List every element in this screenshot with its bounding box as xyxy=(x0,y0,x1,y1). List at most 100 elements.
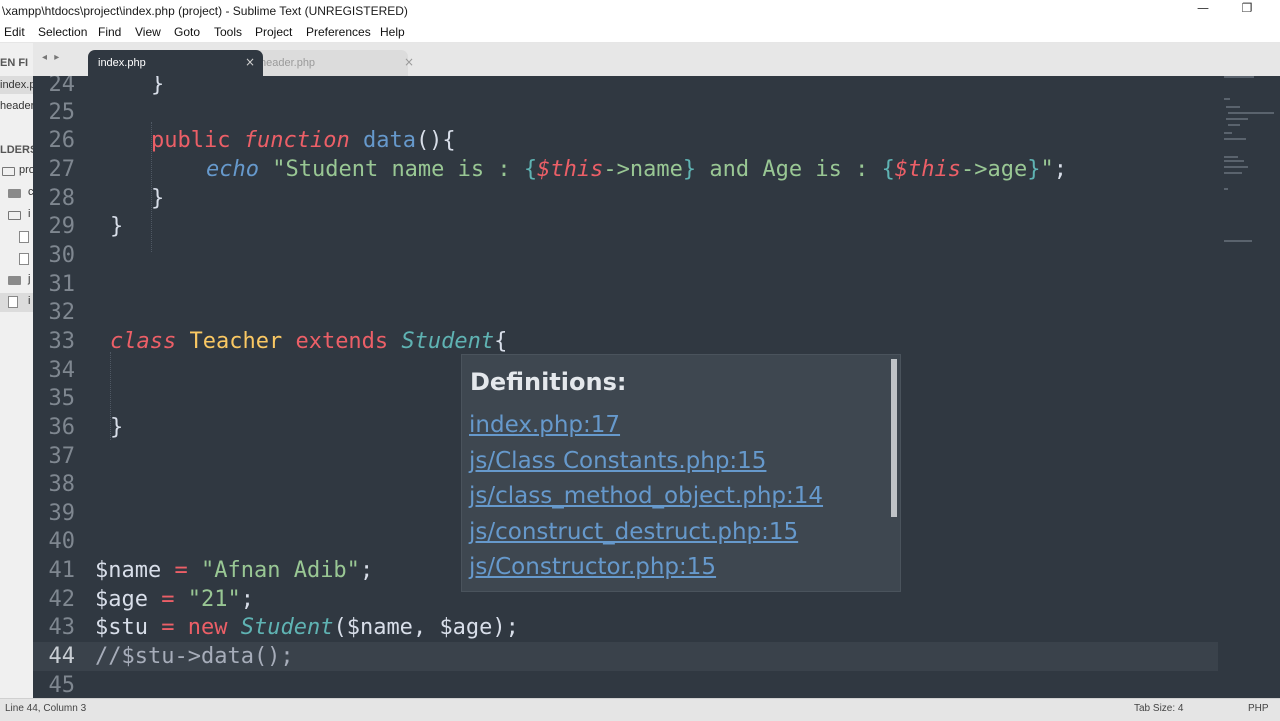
line-number: 38 xyxy=(48,472,76,497)
title-bar: \xampp\htdocs\project\index.php (project… xyxy=(0,0,1280,22)
minimap-line xyxy=(1224,138,1246,140)
code-line-42[interactable]: $age = "21"; xyxy=(95,585,254,614)
string: "Student name is : xyxy=(272,157,524,182)
maximize-button[interactable]: ❐ xyxy=(1224,1,1270,21)
syntax-mode[interactable]: PHP xyxy=(1248,703,1269,714)
code-line-29[interactable]: } xyxy=(110,212,123,241)
file-icon[interactable] xyxy=(19,253,29,265)
minimap-line xyxy=(1224,240,1252,242)
definition-link[interactable]: index.php:17 xyxy=(469,412,620,438)
variable: $age xyxy=(439,615,493,640)
popup-scrollbar[interactable] xyxy=(891,359,897,517)
paren: ( xyxy=(333,615,347,640)
keyword: public xyxy=(151,128,231,153)
menu-find[interactable]: Find xyxy=(98,25,121,39)
open-file-header[interactable]: header xyxy=(0,100,33,112)
code-line-28[interactable]: } xyxy=(151,184,164,213)
code-line-33[interactable]: class Teacher extends Student{ xyxy=(110,327,507,356)
folder-icon[interactable] xyxy=(8,189,21,198)
menu-selection[interactable]: Selection xyxy=(38,25,87,39)
popup-heading: Definitions: xyxy=(470,368,627,396)
menu-help[interactable]: Help xyxy=(380,25,405,39)
this-var: $this xyxy=(537,157,604,182)
code-line-24[interactable]: } xyxy=(151,76,164,99)
string: " xyxy=(1040,157,1054,182)
tab-label: header.php xyxy=(260,57,316,69)
menu-edit[interactable]: Edit xyxy=(4,25,25,39)
menu-tools[interactable]: Tools xyxy=(214,25,242,39)
open-file-index[interactable]: index.p xyxy=(0,79,33,91)
tree-item-project[interactable]: pro xyxy=(19,164,33,176)
minimap-line xyxy=(1224,188,1228,190)
variable: $name xyxy=(95,558,162,583)
code-line-36[interactable]: } xyxy=(110,413,123,442)
tab-label: index.php xyxy=(98,57,146,69)
line-number: 29 xyxy=(48,214,76,239)
code-line-27[interactable]: echo "Student name is : {$this->name} an… xyxy=(206,155,1067,184)
definition-link[interactable]: js/Class Constants.php:15 xyxy=(469,448,766,474)
keyword: class xyxy=(110,329,177,354)
line-number: 37 xyxy=(48,444,76,469)
menu-goto[interactable]: Goto xyxy=(174,25,200,39)
line-number: 28 xyxy=(48,186,76,211)
close-icon[interactable]: × xyxy=(404,55,414,69)
minimap[interactable] xyxy=(1218,76,1280,698)
brace: } xyxy=(110,415,124,440)
keyword: extends xyxy=(295,329,389,354)
line-number: 41 xyxy=(48,558,76,583)
interp-brace: } xyxy=(1027,157,1041,182)
menu-view[interactable]: View xyxy=(135,25,161,39)
tab-header-php[interactable]: header.php × xyxy=(238,50,414,76)
file-icon[interactable] xyxy=(8,296,18,308)
property: age xyxy=(987,157,1028,182)
keyword: echo xyxy=(206,157,259,182)
minimap-line xyxy=(1228,124,1240,126)
code-line-41[interactable]: $name = "Afnan Adib"; xyxy=(95,556,373,585)
menu-project[interactable]: Project xyxy=(255,25,292,39)
tree-item-i[interactable]: i xyxy=(28,208,30,220)
definition-link[interactable]: js/class_method_object.php:14 xyxy=(469,483,823,509)
minimize-button[interactable]: — xyxy=(1180,1,1226,21)
interp-brace: { xyxy=(523,157,538,182)
folder-open-icon[interactable] xyxy=(8,211,21,220)
brace: } xyxy=(151,76,165,97)
folder-icon[interactable] xyxy=(8,276,21,285)
tree-item-j[interactable]: j xyxy=(28,273,30,285)
tree-item-i2[interactable]: i xyxy=(28,295,30,307)
interp-brace: { xyxy=(881,157,895,182)
definition-link[interactable]: js/Constructor.php:15 xyxy=(469,554,716,580)
minimap-line xyxy=(1224,76,1254,78)
tab-size[interactable]: Tab Size: 4 xyxy=(1134,703,1183,714)
tab-index-php[interactable]: index.php × xyxy=(88,50,263,76)
keyword: function xyxy=(243,128,350,153)
menu-preferences[interactable]: Preferences xyxy=(306,25,371,39)
arrow: -> xyxy=(603,157,630,182)
minimap-line xyxy=(1224,172,1242,174)
keyword: new xyxy=(187,615,228,640)
definitions-popup: Definitions: index.php:17 js/Class Const… xyxy=(461,354,901,592)
line-number: 33 xyxy=(48,329,76,354)
window-title: \xampp\htdocs\project\index.php (project… xyxy=(2,4,408,18)
semicolon: ; xyxy=(359,558,374,583)
line-number: 35 xyxy=(48,386,76,411)
string: "21" xyxy=(187,587,241,612)
open-files-header: EN FI xyxy=(0,57,29,69)
line-number: 42 xyxy=(48,587,76,612)
class-name: Teacher xyxy=(189,329,283,354)
code-line-43[interactable]: $stu = new Student($name, $age); xyxy=(95,613,519,642)
brace: } xyxy=(110,214,124,239)
line-number: 40 xyxy=(48,529,76,554)
tab-nav-arrows[interactable]: ◂ ▸ xyxy=(42,52,61,63)
code-line-44[interactable]: //$stu->data(); xyxy=(95,642,294,671)
code-line-26[interactable]: public function data(){ xyxy=(151,126,456,155)
operator: = xyxy=(161,558,201,583)
close-icon[interactable]: × xyxy=(245,55,255,69)
line-number: 34 xyxy=(48,358,76,383)
parent-class: Student xyxy=(401,329,495,354)
minimap-line xyxy=(1224,98,1230,100)
file-icon[interactable] xyxy=(19,231,29,243)
semicolon: ; xyxy=(1053,157,1068,182)
string: "Afnan Adib" xyxy=(200,558,360,583)
variable: $name xyxy=(346,615,413,640)
definition-link[interactable]: js/construct_destruct.php:15 xyxy=(469,519,798,545)
